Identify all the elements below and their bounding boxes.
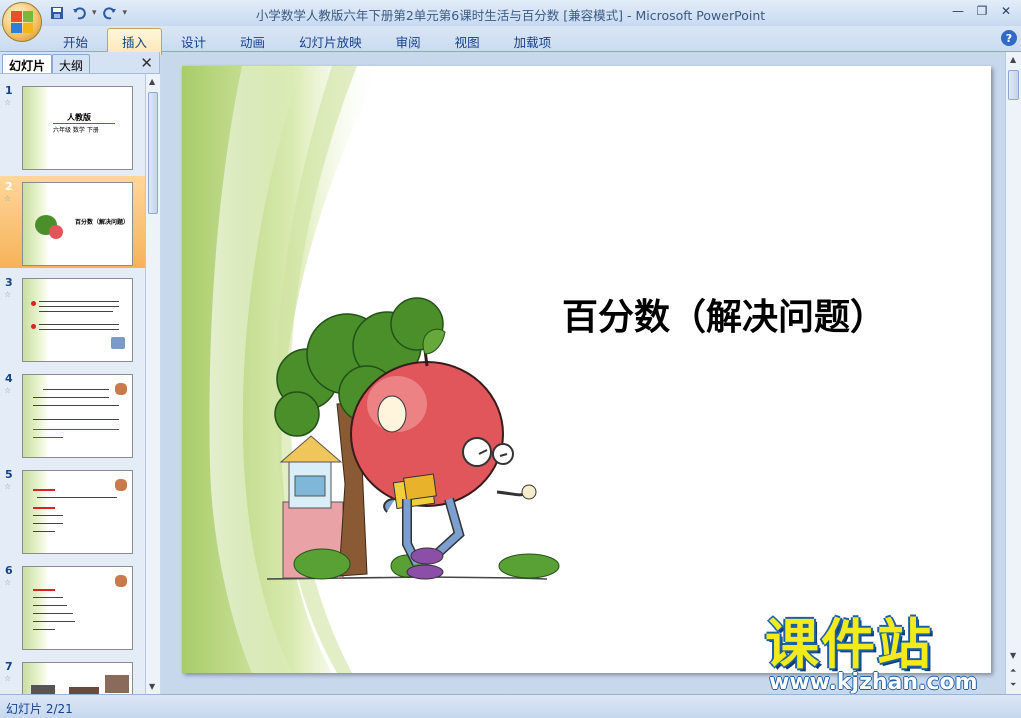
help-icon[interactable]: ? <box>1001 30 1017 46</box>
slide-title[interactable]: 百分数（解决问题） <box>562 288 886 340</box>
slide-thumbnail-4[interactable]: 4 ☆ <box>0 368 145 460</box>
thumbnail-image <box>22 662 133 694</box>
slide-thumbnail-2[interactable]: 2 ☆ 百分数（解决问题） <box>0 176 145 268</box>
watermark-logo: 课件站 www.kjzhan.com <box>765 618 1005 694</box>
editor-scrollbar[interactable]: ▲ ▼ ⏶ ⏷ <box>1005 52 1021 694</box>
animation-icon: ☆ <box>4 290 12 299</box>
slide-number: 6 <box>5 564 13 577</box>
thumbnail-image: 人教版 六年级 数学 下册 <box>22 86 133 170</box>
title-bar: ▾ ▾ 小学数学人教版六年下册第2单元第6课时生活与百分数 [兼容模式] - M… <box>0 0 1021 26</box>
animation-icon: ☆ <box>4 386 12 395</box>
office-button[interactable] <box>2 2 42 42</box>
animation-icon: ☆ <box>4 98 12 107</box>
pane-tabs: 幻灯片 大纲 ✕ <box>0 52 159 74</box>
slide-thumbnail-3[interactable]: 3 ☆ <box>0 272 145 364</box>
slide-thumbnails: 1 ☆ 人教版 六年级 数学 下册 2 ☆ 百分数（解决问题） 3 ☆ 4 ☆ … <box>0 74 145 694</box>
scroll-thumb[interactable] <box>1008 70 1019 100</box>
thumb-title: 人教版 <box>67 113 91 122</box>
tab-slides[interactable]: 幻灯片 <box>2 54 53 73</box>
animation-icon: ☆ <box>4 482 12 491</box>
slide-editor: 百分数（解决问题） <box>162 52 1005 694</box>
thumb-title: 百分数（解决问题） <box>75 219 130 226</box>
slide-thumbnail-7[interactable]: 7 ☆ <box>0 656 145 694</box>
slide-number: 5 <box>5 468 13 481</box>
scroll-up-icon[interactable]: ▲ <box>149 77 155 86</box>
ribbon-tabs: 开始 插入 设计 动画 幻灯片放映 审阅 视图 加载项 <box>48 28 570 55</box>
tab-addins[interactable]: 加载项 <box>499 28 567 55</box>
slide-canvas[interactable]: 百分数（解决问题） <box>182 66 991 673</box>
slide-number: 4 <box>5 372 13 385</box>
scroll-down-icon[interactable]: ▼ <box>1010 651 1016 660</box>
slide-thumbnail-1[interactable]: 1 ☆ 人教版 六年级 数学 下册 <box>0 80 145 172</box>
slide-thumbnail-5[interactable]: 5 ☆ <box>0 464 145 556</box>
thumb-subtitle: 六年级 数学 下册 <box>53 127 99 134</box>
document-title: 小学数学人教版六年下册第2单元第6课时生活与百分数 [兼容模式] <box>255 8 623 23</box>
thumbnail-image <box>22 566 133 650</box>
slide-number: 2 <box>5 180 13 193</box>
tab-animations[interactable]: 动画 <box>225 28 280 55</box>
slide-indicator: 幻灯片 2/21 <box>6 702 73 716</box>
tab-view[interactable]: 视图 <box>440 28 495 55</box>
watermark-url: www.kjzhan.com <box>769 670 978 695</box>
tab-design[interactable]: 设计 <box>166 28 221 55</box>
previous-slide-icon[interactable]: ⏶ <box>1010 666 1016 676</box>
office-logo-icon <box>11 11 33 33</box>
watermark-brand: 课件站 <box>765 613 933 676</box>
slide-number: 1 <box>5 84 13 97</box>
tab-review[interactable]: 审阅 <box>381 28 436 55</box>
slides-pane: 幻灯片 大纲 ✕ 1 ☆ 人教版 六年级 数学 下册 2 ☆ 百分数（解决问题） <box>0 52 160 694</box>
close-button[interactable]: ✕ <box>995 2 1017 20</box>
status-bar: 幻灯片 2/21 <box>0 694 1021 718</box>
tab-outline[interactable]: 大纲 <box>52 54 91 73</box>
animation-icon: ☆ <box>4 674 12 683</box>
restore-button[interactable]: ❐ <box>971 2 993 20</box>
animation-icon: ☆ <box>4 578 12 587</box>
slide-thumbnail-6[interactable]: 6 ☆ <box>0 560 145 652</box>
scroll-down-icon[interactable]: ▼ <box>149 682 155 691</box>
animation-icon: ☆ <box>4 194 12 203</box>
tab-home[interactable]: 开始 <box>48 28 103 55</box>
ribbon: 开始 插入 设计 动画 幻灯片放映 审阅 视图 加载项 ? <box>0 26 1021 55</box>
thumbnail-image <box>22 470 133 554</box>
window-controls: — ❐ ✕ <box>947 2 1017 20</box>
app-name: - Microsoft PowerPoint <box>626 8 766 23</box>
apple-character-illustration <box>267 297 560 580</box>
close-pane-icon[interactable]: ✕ <box>140 54 153 72</box>
thumbnail-image <box>22 374 133 458</box>
slide-number: 7 <box>5 660 13 673</box>
window-title: 小学数学人教版六年下册第2单元第6课时生活与百分数 [兼容模式] - Micro… <box>0 5 1021 24</box>
next-slide-icon[interactable]: ⏷ <box>1010 680 1016 690</box>
minimize-button[interactable]: — <box>947 2 969 20</box>
slide-number: 3 <box>5 276 13 289</box>
tab-slideshow[interactable]: 幻灯片放映 <box>284 28 377 55</box>
thumbnail-image <box>22 278 133 362</box>
scroll-thumb[interactable] <box>148 92 158 214</box>
thumbnail-scrollbar[interactable]: ▲ ▼ <box>145 74 160 694</box>
scroll-up-icon[interactable]: ▲ <box>1010 55 1016 64</box>
thumbnail-image: 百分数（解决问题） <box>22 182 133 266</box>
tab-insert[interactable]: 插入 <box>107 28 163 55</box>
